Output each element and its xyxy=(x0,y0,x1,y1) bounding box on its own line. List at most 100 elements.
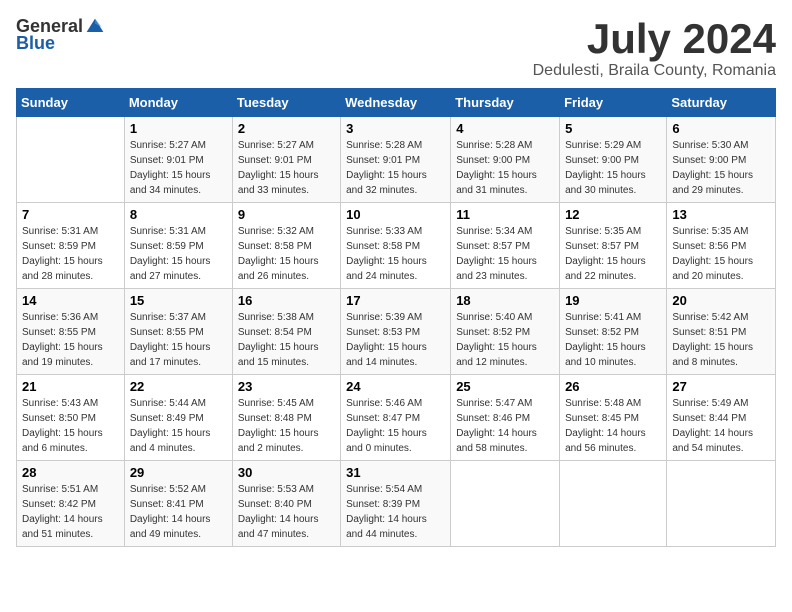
weekday-header: Sunday xyxy=(17,89,125,117)
logo: General Blue xyxy=(16,16,105,54)
calendar-week-row: 7 Sunrise: 5:31 AMSunset: 8:59 PMDaylight… xyxy=(17,203,776,289)
day-info: Sunrise: 5:47 AMSunset: 8:46 PMDaylight:… xyxy=(456,396,554,456)
calendar-cell: 20 Sunrise: 5:42 AMSunset: 8:51 PMDayligh… xyxy=(667,289,776,375)
weekday-header: Saturday xyxy=(667,89,776,117)
calendar-cell: 1 Sunrise: 5:27 AMSunset: 9:01 PMDaylight… xyxy=(124,117,232,203)
calendar-cell: 7 Sunrise: 5:31 AMSunset: 8:59 PMDaylight… xyxy=(17,203,125,289)
day-number: 24 xyxy=(346,379,445,394)
day-number: 15 xyxy=(130,293,227,308)
day-number: 30 xyxy=(238,465,335,480)
day-number: 22 xyxy=(130,379,227,394)
subtitle: Dedulesti, Braila County, Romania xyxy=(533,62,776,80)
calendar-cell: 16 Sunrise: 5:38 AMSunset: 8:54 PMDayligh… xyxy=(232,289,340,375)
calendar-cell: 26 Sunrise: 5:48 AMSunset: 8:45 PMDayligh… xyxy=(560,375,667,461)
day-info: Sunrise: 5:32 AMSunset: 8:58 PMDaylight:… xyxy=(238,224,335,284)
calendar-cell: 4 Sunrise: 5:28 AMSunset: 9:00 PMDaylight… xyxy=(451,117,560,203)
day-info: Sunrise: 5:49 AMSunset: 8:44 PMDaylight:… xyxy=(672,396,770,456)
calendar-cell: 3Sunrise: 5:28 AMSunset: 9:01 PMDaylight… xyxy=(341,117,451,203)
day-number: 18 xyxy=(456,293,554,308)
calendar-cell: 10Sunrise: 5:33 AMSunset: 8:58 PMDayligh… xyxy=(341,203,451,289)
day-number: 19 xyxy=(565,293,661,308)
calendar-cell xyxy=(451,461,560,547)
day-number: 13 xyxy=(672,207,770,222)
day-number: 9 xyxy=(238,207,335,222)
calendar-cell: 9 Sunrise: 5:32 AMSunset: 8:58 PMDaylight… xyxy=(232,203,340,289)
calendar-cell: 31 Sunrise: 5:54 AMSunset: 8:39 PMDayligh… xyxy=(341,461,451,547)
calendar-cell xyxy=(560,461,667,547)
calendar-cell: 2 Sunrise: 5:27 AMSunset: 9:01 PMDaylight… xyxy=(232,117,340,203)
calendar-cell: 24 Sunrise: 5:46 AMSunset: 8:47 PMDayligh… xyxy=(341,375,451,461)
day-number: 2 xyxy=(238,121,335,136)
logo-blue: Blue xyxy=(16,33,55,54)
day-info: Sunrise: 5:28 AMSunset: 9:00 PMDaylight:… xyxy=(456,138,554,198)
day-number: 26 xyxy=(565,379,661,394)
calendar-week-row: 14 Sunrise: 5:36 AMSunset: 8:55 PMDayligh… xyxy=(17,289,776,375)
day-info: Sunrise: 5:27 AMSunset: 9:01 PMDaylight:… xyxy=(130,138,227,198)
day-number: 7 xyxy=(22,207,119,222)
day-number: 8 xyxy=(130,207,227,222)
day-info: Sunrise: 5:35 AMSunset: 8:56 PMDaylight:… xyxy=(672,224,770,284)
calendar-cell: 27 Sunrise: 5:49 AMSunset: 8:44 PMDayligh… xyxy=(667,375,776,461)
day-number: 23 xyxy=(238,379,335,394)
day-number: 17 xyxy=(346,293,445,308)
weekday-header: Thursday xyxy=(451,89,560,117)
calendar-cell: 11Sunrise: 5:34 AMSunset: 8:57 PMDayligh… xyxy=(451,203,560,289)
header-row: SundayMondayTuesdayWednesdayThursdayFrid… xyxy=(17,89,776,117)
day-number: 3 xyxy=(346,121,445,136)
day-info: Sunrise: 5:48 AMSunset: 8:45 PMDaylight:… xyxy=(565,396,661,456)
calendar-cell: 18 Sunrise: 5:40 AMSunset: 8:52 PMDayligh… xyxy=(451,289,560,375)
day-number: 14 xyxy=(22,293,119,308)
day-number: 12 xyxy=(565,207,661,222)
day-info: Sunrise: 5:36 AMSunset: 8:55 PMDaylight:… xyxy=(22,310,119,370)
calendar-cell: 30Sunrise: 5:53 AMSunset: 8:40 PMDayligh… xyxy=(232,461,340,547)
day-info: Sunrise: 5:33 AMSunset: 8:58 PMDaylight:… xyxy=(346,224,445,284)
day-info: Sunrise: 5:29 AMSunset: 9:00 PMDaylight:… xyxy=(565,138,661,198)
day-info: Sunrise: 5:46 AMSunset: 8:47 PMDaylight:… xyxy=(346,396,445,456)
day-info: Sunrise: 5:38 AMSunset: 8:54 PMDaylight:… xyxy=(238,310,335,370)
day-info: Sunrise: 5:52 AMSunset: 8:41 PMDaylight:… xyxy=(130,482,227,542)
calendar-cell: 6Sunrise: 5:30 AMSunset: 9:00 PMDaylight… xyxy=(667,117,776,203)
weekday-header: Friday xyxy=(560,89,667,117)
day-info: Sunrise: 5:51 AMSunset: 8:42 PMDaylight:… xyxy=(22,482,119,542)
calendar-table: SundayMondayTuesdayWednesdayThursdayFrid… xyxy=(16,88,776,547)
day-number: 16 xyxy=(238,293,335,308)
calendar-cell: 21 Sunrise: 5:43 AMSunset: 8:50 PMDayligh… xyxy=(17,375,125,461)
day-info: Sunrise: 5:44 AMSunset: 8:49 PMDaylight:… xyxy=(130,396,227,456)
main-title: July 2024 xyxy=(533,16,776,62)
calendar-cell xyxy=(667,461,776,547)
day-info: Sunrise: 5:40 AMSunset: 8:52 PMDaylight:… xyxy=(456,310,554,370)
day-number: 20 xyxy=(672,293,770,308)
calendar-cell: 23Sunrise: 5:45 AMSunset: 8:48 PMDayligh… xyxy=(232,375,340,461)
day-number: 11 xyxy=(456,207,554,222)
page-header: General Blue July 2024 Dedulesti, Braila… xyxy=(16,16,776,80)
day-number: 29 xyxy=(130,465,227,480)
day-number: 31 xyxy=(346,465,445,480)
calendar-cell: 8 Sunrise: 5:31 AMSunset: 8:59 PMDaylight… xyxy=(124,203,232,289)
day-info: Sunrise: 5:41 AMSunset: 8:52 PMDaylight:… xyxy=(565,310,661,370)
day-info: Sunrise: 5:31 AMSunset: 8:59 PMDaylight:… xyxy=(130,224,227,284)
day-info: Sunrise: 5:42 AMSunset: 8:51 PMDaylight:… xyxy=(672,310,770,370)
calendar-cell: 17Sunrise: 5:39 AMSunset: 8:53 PMDayligh… xyxy=(341,289,451,375)
day-info: Sunrise: 5:31 AMSunset: 8:59 PMDaylight:… xyxy=(22,224,119,284)
day-number: 1 xyxy=(130,121,227,136)
day-number: 27 xyxy=(672,379,770,394)
calendar-cell: 19 Sunrise: 5:41 AMSunset: 8:52 PMDayligh… xyxy=(560,289,667,375)
day-info: Sunrise: 5:30 AMSunset: 9:00 PMDaylight:… xyxy=(672,138,770,198)
day-info: Sunrise: 5:54 AMSunset: 8:39 PMDaylight:… xyxy=(346,482,445,542)
calendar-week-row: 28 Sunrise: 5:51 AMSunset: 8:42 PMDayligh… xyxy=(17,461,776,547)
day-number: 21 xyxy=(22,379,119,394)
day-info: Sunrise: 5:27 AMSunset: 9:01 PMDaylight:… xyxy=(238,138,335,198)
weekday-header: Tuesday xyxy=(232,89,340,117)
calendar-cell: 25Sunrise: 5:47 AMSunset: 8:46 PMDayligh… xyxy=(451,375,560,461)
day-number: 4 xyxy=(456,121,554,136)
calendar-cell: 15Sunrise: 5:37 AMSunset: 8:55 PMDayligh… xyxy=(124,289,232,375)
calendar-cell: 28 Sunrise: 5:51 AMSunset: 8:42 PMDayligh… xyxy=(17,461,125,547)
day-info: Sunrise: 5:43 AMSunset: 8:50 PMDaylight:… xyxy=(22,396,119,456)
day-info: Sunrise: 5:35 AMSunset: 8:57 PMDaylight:… xyxy=(565,224,661,284)
calendar-cell: 22 Sunrise: 5:44 AMSunset: 8:49 PMDayligh… xyxy=(124,375,232,461)
calendar-cell: 12 Sunrise: 5:35 AMSunset: 8:57 PMDayligh… xyxy=(560,203,667,289)
logo-icon xyxy=(85,17,105,37)
title-block: July 2024 Dedulesti, Braila County, Roma… xyxy=(533,16,776,80)
calendar-week-row: 1 Sunrise: 5:27 AMSunset: 9:01 PMDaylight… xyxy=(17,117,776,203)
day-number: 28 xyxy=(22,465,119,480)
